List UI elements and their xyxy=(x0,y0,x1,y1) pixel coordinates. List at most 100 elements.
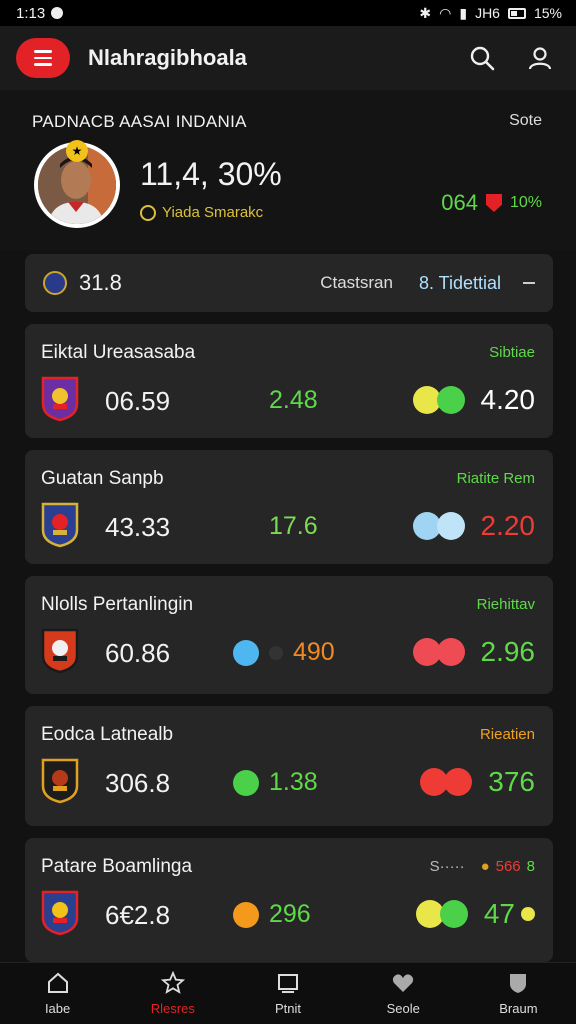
card-tag[interactable]: Rieatien xyxy=(480,726,535,743)
card-score: 306.8 xyxy=(105,768,171,798)
card-tag[interactable]: Sibtiae xyxy=(489,344,535,361)
app-bar: Nlahragibhoala xyxy=(0,26,576,90)
screen-icon xyxy=(278,974,298,993)
card-team-name: Patare Boamlinga xyxy=(41,856,193,877)
card-mid: 296 xyxy=(233,900,311,929)
filter-option[interactable]: 8. Tidettial xyxy=(419,273,501,294)
card-mid-value: 1.38 xyxy=(269,768,318,796)
sort-link[interactable]: Sote xyxy=(509,112,542,130)
match-card[interactable]: Patare Boamlinga S····· ● 566 8 6€2.8 296 4… xyxy=(25,838,553,962)
card-team-name: Eodca Latnealb xyxy=(41,724,174,745)
card-right-value: 47 xyxy=(483,898,515,929)
card-mid-value: 2.48 xyxy=(269,386,318,414)
card-mid: 1.38 xyxy=(233,768,318,797)
card-tag-text: Riehittav xyxy=(476,596,535,613)
card-mid: 2.48 xyxy=(269,386,318,415)
nav-label: Braum xyxy=(499,1001,538,1016)
nav-item-home[interactable]: Iabe xyxy=(0,963,115,1024)
nav-item-print[interactable]: Ptnit xyxy=(230,963,345,1024)
hero-subtitle: Yiada Smarakc xyxy=(140,204,263,221)
card-team-name: Eiktal Ureasasaba xyxy=(41,342,196,363)
bluetooth-icon: ✱ xyxy=(419,4,432,21)
wifi-icon: ◠ xyxy=(439,4,452,21)
nav-label: Iabe xyxy=(44,1001,71,1016)
match-card[interactable]: Nlolls Pertanlingin Riehittav 60.86 490 … xyxy=(25,576,553,694)
card-right-value: 376 xyxy=(488,766,535,797)
shield-icon xyxy=(485,194,502,212)
search-button[interactable] xyxy=(462,38,502,78)
status-dot-icon xyxy=(233,901,259,928)
card-mid-value: 490 xyxy=(293,638,335,666)
team-crest-icon xyxy=(41,758,79,804)
nav-label: Rlesres xyxy=(150,1001,195,1016)
status-bar: 1:13 ✱ ◠ ▮ JH6 15% xyxy=(0,0,576,26)
dropdown-icon[interactable] xyxy=(523,282,535,284)
card-odds[interactable]: 47 xyxy=(415,898,535,930)
card-odds[interactable]: 2.96 xyxy=(412,636,536,668)
card-tag-text: Riatite Rem xyxy=(456,470,535,487)
card-right-value: 2.96 xyxy=(480,636,536,667)
home-icon xyxy=(47,972,68,993)
match-card[interactable]: Guatan Sanpb Riatite Rem 43.33 17.6 2.20 xyxy=(25,450,553,564)
nav-item-club[interactable]: Braum xyxy=(461,963,576,1024)
card-odds[interactable]: 4.20 xyxy=(412,384,536,416)
hero-stat-percent: 10% xyxy=(509,194,542,211)
club-icon xyxy=(140,204,156,221)
odds-dots-icon xyxy=(420,768,473,796)
card-team-name: Nlolls Pertanlingin xyxy=(41,594,194,615)
match-card[interactable]: Eodca Latnealb Rieatien 306.8 1.38 376 xyxy=(25,706,553,826)
menu-button[interactable] xyxy=(16,38,70,78)
battery-percent: 15% xyxy=(533,5,562,21)
filter-label: Ctastsran xyxy=(320,273,393,292)
card-score: 60.86 xyxy=(105,638,171,668)
nav-item-social[interactable]: Seole xyxy=(346,963,461,1024)
team-crest-icon xyxy=(41,502,79,548)
card-tag-text: Sibtiae xyxy=(489,344,535,361)
profile-button[interactable] xyxy=(520,38,560,78)
card-mid: 17.6 xyxy=(269,512,318,541)
nav-item-results[interactable]: Rlesres xyxy=(115,963,230,1024)
card-team-name: Guatan Sanpb xyxy=(41,468,164,489)
card-mid-value: 296 xyxy=(269,900,311,928)
status-time: 1:13 xyxy=(16,4,46,22)
nav-label: Seole xyxy=(386,1001,420,1016)
player-summary: PADNACB AASAI INDANIA Sote ★ 11,4, 30% Y… xyxy=(0,90,576,250)
battery-icon xyxy=(507,7,526,19)
team-crest-icon xyxy=(41,628,79,674)
filter-bar[interactable]: 31.8 Ctastsran 8. Tidettial xyxy=(25,254,553,312)
card-right-value: 4.20 xyxy=(480,384,536,415)
filter-option-num: 8. xyxy=(418,272,434,293)
card-odds[interactable]: 376 xyxy=(420,766,535,798)
card-score: 06.59 xyxy=(105,386,171,416)
card-tag[interactable]: S····· ● 566 8 xyxy=(430,858,535,875)
odds-dots-icon xyxy=(412,512,465,540)
card-tag-text: Rieatien xyxy=(479,726,535,743)
status-dot-icon xyxy=(233,639,259,666)
card-tag-prefix: S····· xyxy=(429,858,465,875)
card-tag[interactable]: Riatite Rem xyxy=(457,470,535,487)
status-dot-icon xyxy=(233,769,259,796)
notification-icon xyxy=(51,7,64,19)
hero-subtitle-text: Yiada Smarakc xyxy=(162,204,264,221)
card-score: 6€2.8 xyxy=(105,900,171,930)
ball-icon xyxy=(43,271,67,295)
star-icon xyxy=(160,971,185,994)
match-card[interactable]: Eiktal Ureasasaba Sibtiae 06.59 2.48 4.2… xyxy=(25,324,553,438)
app-title: Nlahragibhoala xyxy=(88,45,247,70)
odds-dots-icon xyxy=(412,386,465,414)
bottom-nav: Iabe Rlesres Ptnit Seole Braum xyxy=(0,962,576,1024)
card-odds[interactable]: 2.20 xyxy=(412,510,536,542)
team-crest-icon xyxy=(41,890,79,936)
card-score: 43.33 xyxy=(105,512,171,542)
card-right-value: 2.20 xyxy=(480,510,536,541)
nav-label: Ptnit xyxy=(275,1001,302,1016)
signal-icon: ▮ xyxy=(459,4,468,21)
filter-number: 31.8 xyxy=(79,270,122,295)
card-tag-suffix: 8 xyxy=(526,858,535,875)
menu-icon xyxy=(34,50,52,53)
card-tag[interactable]: Riehittav xyxy=(477,596,535,613)
filter-option-text: Tidettial xyxy=(438,272,501,293)
odds-dots-icon xyxy=(412,638,465,666)
card-tag-text: 566 xyxy=(495,858,521,875)
verified-badge-icon: ★ xyxy=(66,140,88,162)
